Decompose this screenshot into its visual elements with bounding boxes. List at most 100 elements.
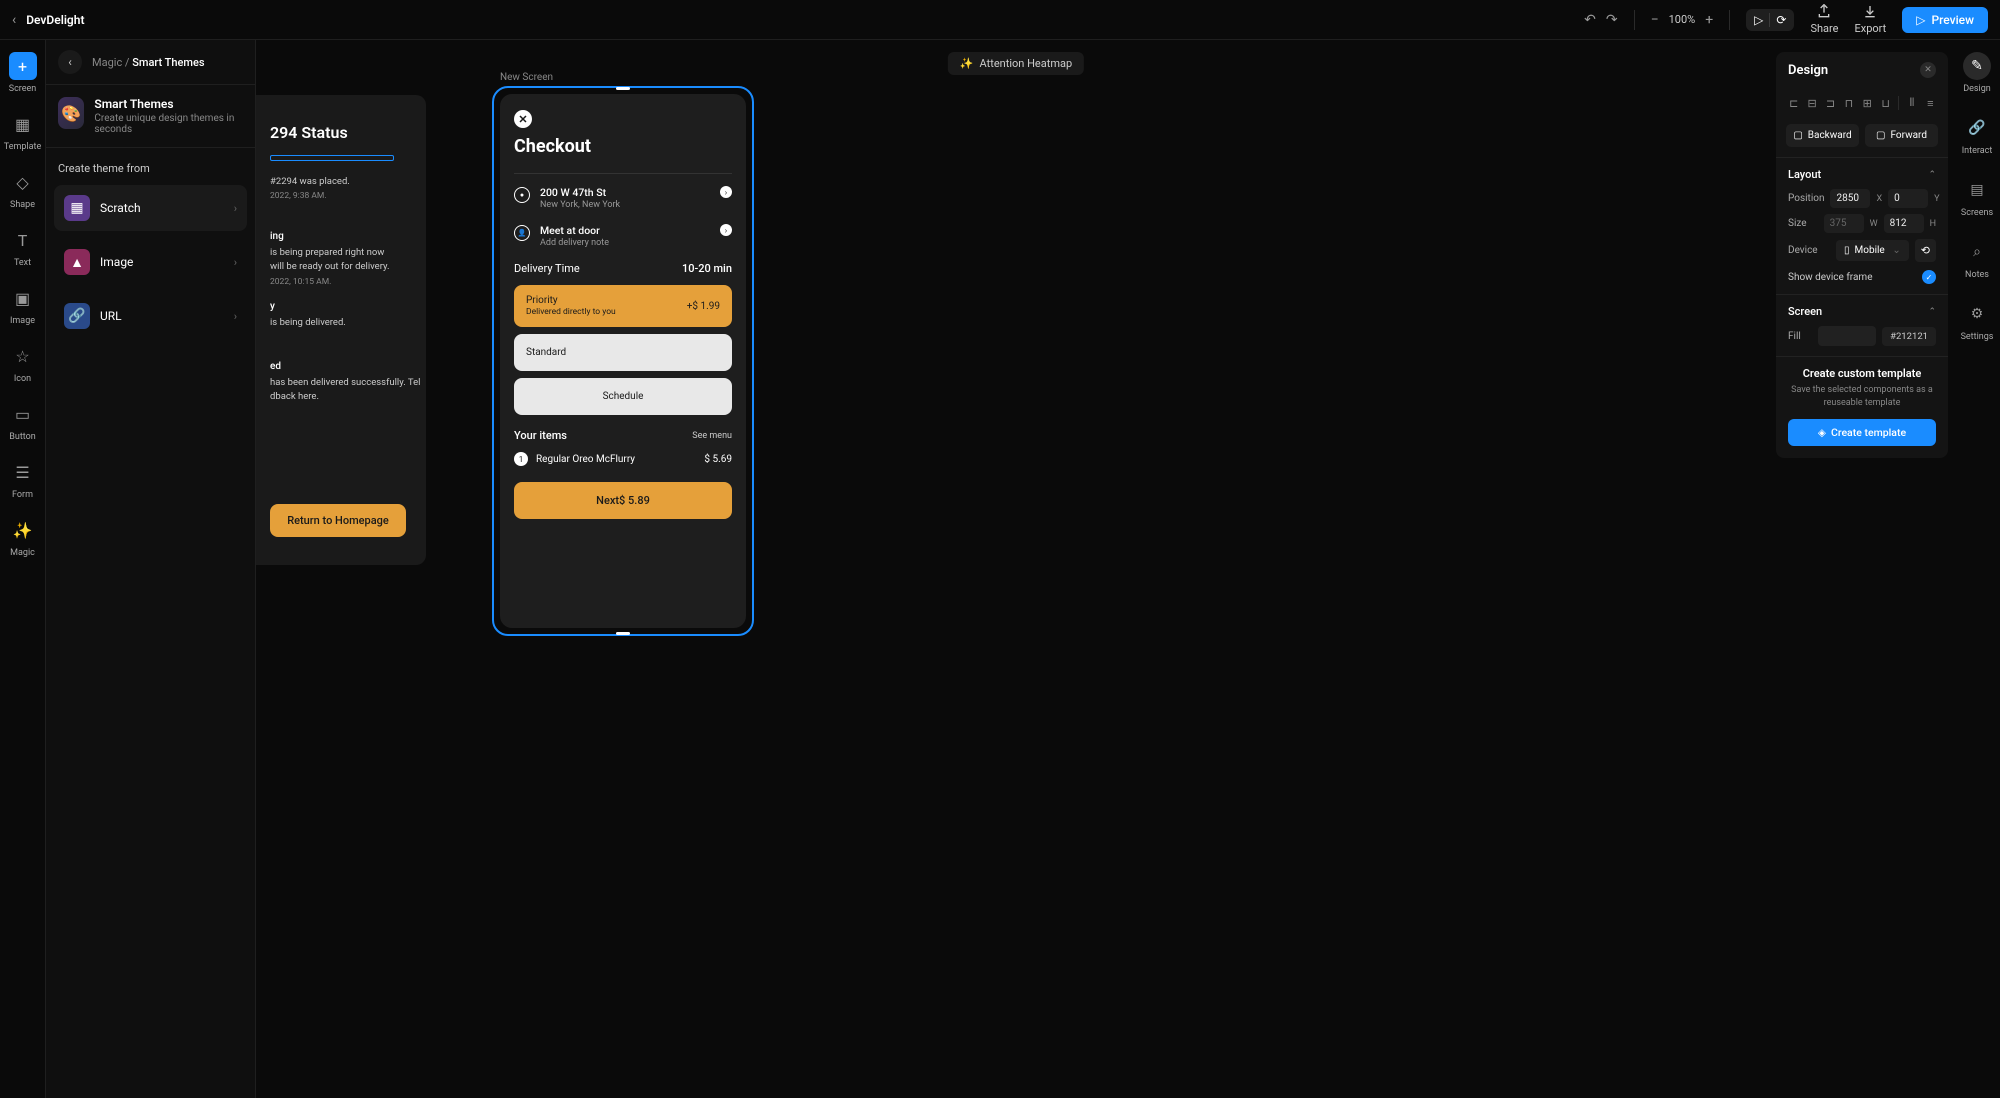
next-button[interactable]: Next$ 5.89 [514,482,732,519]
tool-form[interactable]: ☰ Form [9,458,37,500]
progress-bar [270,155,394,161]
position-y-input[interactable] [1888,189,1928,208]
divider [1769,13,1770,27]
resize-handle-top[interactable] [616,87,630,90]
align-right-icon[interactable]: ⊐ [1823,94,1838,112]
fill-hex-input[interactable]: #212121 [1882,327,1936,346]
fill-swatch[interactable] [1818,326,1876,346]
section-title-layout: Layout [1788,168,1821,181]
bring-forward-button[interactable]: ▢ Forward [1865,124,1938,147]
tool-text[interactable]: T Text [9,226,37,268]
return-home-button[interactable]: Return to Homepage [270,504,406,537]
collapse-caret-icon[interactable]: ⌃ [1928,170,1936,180]
section-heading: Create theme from [46,148,255,185]
send-backward-button[interactable]: ▢ Backward [1786,124,1859,147]
screen-label[interactable]: New Screen [500,72,553,83]
rail-settings[interactable]: ⚙ Settings [1961,300,1994,342]
theme-option-scratch[interactable]: ▦ Scratch › [54,185,247,231]
star-icon: ☆ [9,342,37,370]
show-frame-toggle[interactable]: ✓ [1922,270,1936,284]
location-icon: ● [514,187,530,203]
smart-themes-icon: 🎨 [58,97,84,129]
template-title: Create custom template [1788,367,1936,380]
magic-icon: ✨ [9,516,37,544]
status-text: #2294 was placed. [270,175,350,189]
mobile-icon: ▯ [1844,245,1850,256]
screen-frame-checkout[interactable]: ✕ Checkout ● 200 W 47th St New York, New… [492,86,754,636]
design-inspector: Design ✕ ⊏ ⊟ ⊐ ⊓ ⊞ ⊔ ⦀ ≡ ▢ B [1776,52,1948,458]
chevron-right-icon: › [234,202,237,215]
tool-label: Template [4,142,41,152]
h-unit: H [1930,219,1936,229]
rail-label: Design [1963,84,1991,94]
collapse-caret-icon[interactable]: ⌃ [1928,307,1936,317]
sparkle-icon: ✨ [960,57,974,70]
screen-frame-status[interactable]: 294 Status #2294 was placed. 2022, 9:38 … [256,95,426,565]
divider [1634,10,1635,30]
next-label: Next [596,494,619,507]
size-w-input[interactable] [1824,214,1864,233]
tool-shape[interactable]: ◇ Shape [9,168,37,210]
position-x-input[interactable] [1830,189,1870,208]
chevron-right-icon: › [234,256,237,269]
rail-interact[interactable]: 🔗 Interact [1962,114,1993,156]
rail-notes[interactable]: ⌕ Notes [1963,238,1991,280]
align-bottom-icon[interactable]: ⊔ [1878,94,1893,112]
resize-handle-bottom[interactable] [616,632,630,635]
zoom-out-icon[interactable]: − [1651,12,1659,28]
tool-magic[interactable]: ✨ Magic [9,516,37,558]
see-menu-link[interactable]: See menu [692,431,732,441]
play-toggle[interactable]: ▷ ⟳ [1746,9,1794,31]
back-chevron-icon[interactable]: ‹ [12,12,16,28]
export-button[interactable]: Export [1855,4,1887,35]
canvas[interactable]: ✨ Attention Heatmap 294 Status #2294 was… [256,40,1776,1098]
rotate-device-button[interactable]: ⟲ [1915,239,1936,262]
size-h-input[interactable] [1884,214,1924,233]
distribute-h-icon[interactable]: ⦀ [1904,94,1919,112]
rail-screens[interactable]: ▤ Screens [1961,176,1993,218]
share-label: Share [1810,22,1838,35]
align-left-icon[interactable]: ⊏ [1786,94,1801,112]
close-inspector-icon[interactable]: ✕ [1920,62,1936,78]
breadcrumb-parent[interactable]: Magic [92,56,122,69]
rail-design[interactable]: ✎ Design [1963,52,1991,94]
share-button[interactable]: Share [1810,4,1838,35]
delivery-option-schedule[interactable]: Schedule [514,378,732,415]
delivery-option-standard[interactable]: Standard [514,334,732,371]
align-center-h-icon[interactable]: ⊟ [1804,94,1819,112]
distribute-v-icon[interactable]: ≡ [1923,94,1938,112]
close-button[interactable]: ✕ [514,110,532,128]
panel-title: Smart Themes [94,97,243,111]
create-template-button[interactable]: ◈ Create template [1788,419,1936,446]
cart-item-row[interactable]: 1 Regular Oreo McFlurry $ 5.69 [514,452,732,466]
undo-icon[interactable]: ↶ [1584,12,1596,28]
preview-button[interactable]: ▷ Preview [1902,7,1988,33]
theme-option-image[interactable]: ▲ Image › [54,239,247,285]
tool-template[interactable]: ▦ Template [4,110,41,152]
address-row[interactable]: ● 200 W 47th St New York, New York › [514,186,732,210]
align-controls: ⊏ ⊟ ⊐ ⊓ ⊞ ⊔ ⦀ ≡ [1776,88,1948,118]
forward-label: Forward [1890,130,1927,141]
download-icon [1862,4,1878,20]
attention-heatmap-chip[interactable]: ✨ Attention Heatmap [948,52,1084,75]
align-center-v-icon[interactable]: ⊞ [1860,94,1875,112]
right-rail: ✎ Design 🔗 Interact ▤ Screens ⌕ Notes ⚙ [1954,40,2000,1098]
delivery-option-priority[interactable]: Priority Delivered directly to you +$ 1.… [514,285,732,327]
tool-image[interactable]: ▣ Image [9,284,37,326]
tool-label: Magic [10,548,35,558]
align-top-icon[interactable]: ⊓ [1841,94,1856,112]
image-icon: ▣ [9,284,37,312]
divider [514,173,732,174]
meet-row[interactable]: 👤 Meet at door Add delivery note › [514,224,732,248]
image-icon: ▲ [64,249,90,275]
tool-screen[interactable]: + Screen [9,52,37,94]
device-select[interactable]: ▯ Mobile ⌄ [1836,240,1909,261]
tool-button[interactable]: ▭ Button [9,400,37,442]
redo-icon[interactable]: ↷ [1606,12,1618,28]
panel-back-button[interactable]: ‹ [58,50,82,74]
zoom-in-icon[interactable]: + [1705,12,1713,28]
item-price: $ 5.69 [704,454,732,465]
theme-option-url[interactable]: 🔗 URL › [54,293,247,339]
tool-icon[interactable]: ☆ Icon [9,342,37,384]
backward-label: Backward [1808,130,1852,141]
